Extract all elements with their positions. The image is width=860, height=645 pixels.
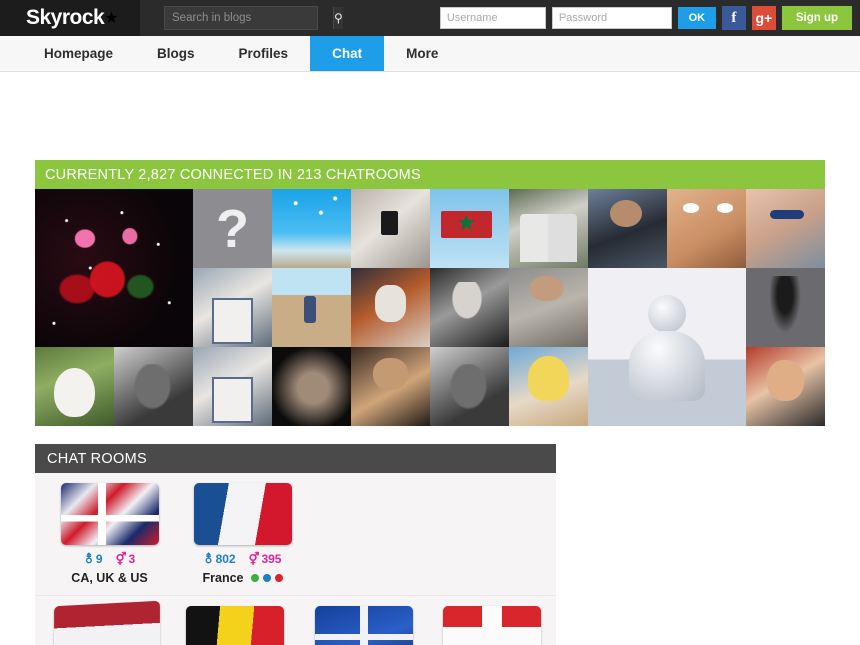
female-gender-icon: ⚥ <box>116 553 127 565</box>
morocco-flag-thumb[interactable] <box>430 189 509 268</box>
top-bar: Skyrock ★ ⚲ OK f g+ Sign up <box>0 0 860 36</box>
glitter-hearts-roses-thumb[interactable] <box>35 189 193 347</box>
girl-with-phone-thumb[interactable] <box>351 189 430 268</box>
face-hand-mouth-thumb[interactable] <box>667 189 746 268</box>
signup-button[interactable]: Sign up <box>782 6 852 30</box>
red-haired-girl-cup-thumb[interactable] <box>351 268 430 347</box>
google-plus-icon[interactable]: g+ <box>752 6 776 30</box>
nav-item-label: More <box>406 46 438 61</box>
main-navigation: Homepage Blogs Profiles Chat More <box>0 36 860 72</box>
chat-room-counts: ⚨9 ⚥3 <box>84 552 135 566</box>
user-photo-mosaic <box>35 189 825 426</box>
union-jack-flag-icon[interactable] <box>61 483 159 545</box>
dark-haired-man-thumb[interactable] <box>588 189 667 268</box>
nav-item-label: Profiles <box>239 46 289 61</box>
chat-room-name-label: France <box>203 571 244 585</box>
avatar-body-icon <box>629 331 705 401</box>
white-bunny-thumb[interactable] <box>35 347 114 426</box>
male-count-value: 9 <box>96 552 103 566</box>
facebook-icon[interactable]: f <box>722 6 746 30</box>
nav-item-label: Chat <box>332 46 362 61</box>
avatar-head-icon <box>648 295 686 333</box>
two-young-men-thumb[interactable] <box>509 189 588 268</box>
dark-portrait-thumb[interactable] <box>272 347 351 426</box>
login-ok-button[interactable]: OK <box>678 7 716 29</box>
anime-blonde-girl-thumb[interactable] <box>509 347 588 426</box>
status-dots <box>251 574 283 582</box>
dark-smoke-thumb[interactable] <box>746 268 825 347</box>
question-mark-avatar-thumb[interactable] <box>193 189 272 268</box>
male-count: ⚨9 <box>84 552 103 566</box>
nav-item-chat[interactable]: Chat <box>310 36 384 71</box>
search-icon[interactable]: ⚲ <box>333 7 343 29</box>
status-dot <box>251 574 259 582</box>
netherlands-flag-icon[interactable] <box>54 601 160 645</box>
chat-room-card[interactable]: ⚨1⚥1België / Nederland <box>43 606 171 645</box>
female-gender-icon: ⚥ <box>249 553 260 565</box>
username-input[interactable] <box>440 7 546 29</box>
chat-rooms-header: CHAT ROOMS <box>35 444 556 473</box>
male-count: ⚨802 <box>204 552 236 566</box>
connected-banner: CURRENTLY 2,827 CONNECTED IN 213 CHATROO… <box>35 160 825 189</box>
default-avatar-thumb[interactable] <box>588 268 746 426</box>
chat-room-card[interactable]: ⚨5⚥4Suisse <box>428 606 556 645</box>
chat-room-name: CA, UK & US <box>71 571 147 585</box>
site-logo[interactable]: Skyrock ★ <box>0 0 140 36</box>
female-count-value: 395 <box>261 552 281 566</box>
red-sofa-person-thumb[interactable] <box>193 268 272 347</box>
login-area: OK f g+ Sign up <box>440 0 852 36</box>
search-input[interactable] <box>165 7 333 29</box>
connected-banner-text: CURRENTLY 2,827 CONNECTED IN 213 CHATROO… <box>45 167 421 183</box>
grey-sweater-man-thumb[interactable] <box>509 268 588 347</box>
female-count: ⚥395 <box>249 552 282 566</box>
chat-room-name-label: CA, UK & US <box>71 571 147 585</box>
blonde-girl-bw-thumb[interactable] <box>430 268 509 347</box>
female-count-value: 3 <box>128 552 135 566</box>
nav-item-more[interactable]: More <box>384 36 460 71</box>
blog-search[interactable]: ⚲ <box>164 6 318 30</box>
chat-rooms-title: CHAT ROOMS <box>47 451 147 467</box>
quebec-flag-icon[interactable] <box>315 606 413 645</box>
nav-item-homepage[interactable]: Homepage <box>22 36 135 71</box>
chat-room-row: ⚨9⚥3CA, UK & US⚨802⚥395France <box>35 473 556 595</box>
chat-room-card[interactable]: ⚨50⚥16Québec <box>300 606 428 645</box>
chat-room-row: ⚨1⚥1België / Nederland⚨152⚥52Belgique⚨50… <box>35 595 556 645</box>
nav-item-blogs[interactable]: Blogs <box>135 36 217 71</box>
bw-face-closeup-thumb[interactable] <box>430 347 509 426</box>
password-input[interactable] <box>552 7 672 29</box>
nav-item-label: Homepage <box>44 46 113 61</box>
switzerland-flag-icon[interactable] <box>443 606 541 645</box>
beach-sitting-man-thumb[interactable] <box>272 268 351 347</box>
young-man-bowtie-thumb[interactable] <box>746 347 825 426</box>
status-dot <box>263 574 271 582</box>
male-gender-icon: ⚨ <box>84 553 94 565</box>
chat-room-card[interactable]: ⚨802 ⚥395 France <box>176 483 309 589</box>
belgium-flag-icon[interactable] <box>186 606 284 645</box>
floral-sweater-man-thumb[interactable] <box>193 347 272 426</box>
chat-room-card[interactable]: ⚨152⚥52Belgique <box>171 606 299 645</box>
logo-text: Skyrock <box>26 6 104 30</box>
nav-item-label: Blogs <box>157 46 195 61</box>
male-count-value: 802 <box>216 552 236 566</box>
night-selfie-man-thumb[interactable] <box>351 347 430 426</box>
status-dot <box>275 574 283 582</box>
nav-item-profiles[interactable]: Profiles <box>217 36 311 71</box>
france-flag-icon[interactable] <box>194 483 292 545</box>
chat-rooms-panel: CHAT ROOMS ⚨9⚥3CA, UK & US⚨802⚥395France… <box>35 444 556 645</box>
chat-rooms-body: ⚨9⚥3CA, UK & US⚨802⚥395France⚨1⚥1België … <box>35 473 556 645</box>
bald-man-bw-thumb[interactable] <box>114 347 193 426</box>
chat-room-name: France <box>203 571 283 585</box>
chat-room-counts: ⚨802 ⚥395 <box>204 552 282 566</box>
blue-sky-beach-thumb[interactable] <box>272 189 351 268</box>
chat-room-card[interactable]: ⚨9 ⚥3 CA, UK & US <box>43 483 176 589</box>
man-sunglasses-pool-thumb[interactable] <box>746 189 825 268</box>
male-gender-icon: ⚨ <box>204 553 214 565</box>
star-icon: ★ <box>104 8 118 28</box>
female-count: ⚥3 <box>116 552 136 566</box>
